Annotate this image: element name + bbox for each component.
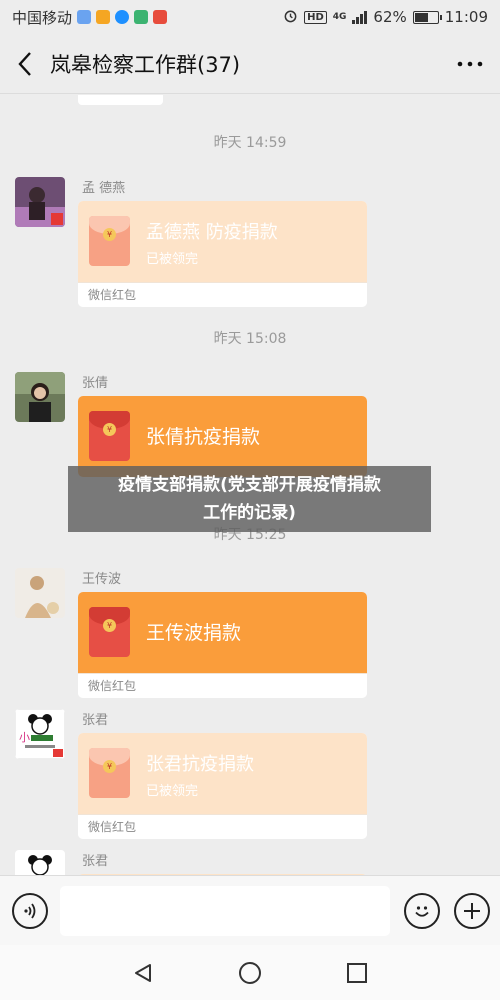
avatar[interactable]: 小 — [15, 709, 65, 759]
red-packet-footer: 微信红包 — [78, 814, 367, 839]
battery-icon — [412, 10, 442, 24]
red-packet-body: ¥ 张君抗疫捐款 已被领完 — [78, 733, 367, 814]
battery-fill — [414, 12, 429, 22]
red-packet-title: 张倩抗疫捐款 — [146, 426, 261, 448]
red-packet-text: 张倩抗疫捐款 — [146, 413, 260, 449]
timestamp: 昨天 15:08 — [213, 331, 287, 347]
nav-back-button[interactable] — [123, 953, 163, 993]
voice-button[interactable] — [12, 892, 48, 929]
caption-line: 疫情支部捐款(党支部开展疫情捐款 — [118, 475, 381, 495]
avatar[interactable] — [15, 177, 65, 227]
emoji-button[interactable] — [404, 892, 440, 929]
timestamp: 昨天 14:59 — [213, 135, 287, 151]
red-packet-card[interactable]: ¥ 孟德燕 防疫捐款 已被领完 微信红包 — [78, 201, 367, 307]
red-packet-text: 王传波捐款 — [146, 609, 241, 645]
avatar[interactable] — [15, 568, 65, 618]
red-packet-title: 王传波捐款 — [146, 622, 242, 644]
status-left: 中国移动 — [12, 7, 168, 28]
chevron-left-icon — [18, 51, 31, 76]
red-envelope-icon: ¥ — [89, 748, 130, 798]
red-packet-body: ¥ 王传波捐款 — [78, 592, 367, 673]
red-packet-text: 张君抗疫捐款 已被领完 — [146, 750, 254, 799]
back-button[interactable] — [0, 34, 50, 94]
red-packet-status: 已被领完 — [146, 784, 199, 799]
red-packet-footer: 微信红包 — [78, 673, 367, 698]
app-notification-icon — [115, 10, 130, 24]
nav-recent-button[interactable] — [337, 953, 377, 993]
red-packet-title: 孟德燕 防疫捐款 — [146, 222, 278, 243]
sender-name: 张倩 — [82, 376, 109, 391]
system-nav-bar — [0, 945, 500, 1000]
caption-line: 工作的记录) — [203, 503, 296, 523]
plus-icon — [464, 902, 480, 919]
chat-title: 岚皋检察工作群(37) — [50, 52, 241, 77]
red-packet-card[interactable]: ¥ 王传波捐款 微信红包 — [78, 592, 367, 698]
status-bar: 中国移动 HD 4G 62% 11:09 — [0, 0, 500, 34]
red-packet-footer: 微信红包 — [78, 282, 367, 307]
red-packet-title: 张君抗疫捐款 — [146, 754, 254, 775]
sender-name: 王传波 — [82, 572, 122, 587]
red-envelope-icon: ¥ — [89, 411, 130, 461]
signal-icon — [352, 10, 368, 24]
sender-name: 张君 — [82, 713, 109, 728]
red-packet-card[interactable]: ¥ 张倩抗疫捐款 — [78, 396, 367, 477]
emoji-icon — [415, 905, 429, 917]
red-packet-body: ¥ 张倩抗疫捐款 — [78, 396, 367, 477]
red-packet-card[interactable]: ¥ 张君抗疫捐款 已被领完 微信红包 — [78, 733, 367, 839]
message-input[interactable] — [60, 885, 390, 936]
more-dots-icon — [457, 61, 483, 66]
input-bar — [0, 875, 500, 945]
red-packet-status: 已被领完 — [146, 252, 199, 267]
avatar[interactable] — [15, 850, 65, 875]
red-envelope-icon: ¥ — [89, 216, 130, 266]
carrier-label: 中国移动 — [12, 8, 73, 27]
status-right: HD 4G 62% 11:09 — [283, 8, 488, 27]
circle-home-icon — [238, 961, 261, 984]
sender-name: 孟 德燕 — [82, 181, 126, 196]
square-recent-icon — [346, 962, 367, 983]
red-packet-text: 孟德燕 防疫捐款 已被领完 — [146, 218, 278, 267]
app-notification-icon — [134, 10, 149, 24]
previous-message-stub — [78, 95, 163, 105]
svg-text:小: 小 — [19, 731, 30, 744]
app-notification-icon — [77, 10, 92, 24]
avatar[interactable] — [15, 372, 65, 422]
network-type-label: 4G — [332, 12, 347, 22]
red-envelope-icon: ¥ — [89, 607, 130, 657]
triangle-back-icon — [135, 963, 152, 982]
clock: 11:09 — [444, 8, 488, 26]
nav-home-button[interactable] — [230, 953, 270, 993]
app-notification-icon — [153, 10, 168, 24]
red-packet-body: ¥ 孟德燕 防疫捐款 已被领完 — [78, 201, 367, 282]
sender-name: 张君 — [82, 854, 109, 869]
app-notification-icon — [96, 10, 111, 24]
more-button[interactable] — [440, 34, 500, 94]
caption-banner: 疫情支部捐款(党支部开展疫情捐款 工作的记录) — [68, 466, 431, 532]
voice-icon — [24, 902, 36, 919]
battery-percent: 62% — [373, 8, 407, 26]
more-features-button[interactable] — [454, 892, 490, 929]
chat-header: 岚皋检察工作群(37) — [0, 34, 500, 94]
alarm-icon — [283, 8, 298, 27]
hd-icon: HD — [304, 10, 327, 24]
